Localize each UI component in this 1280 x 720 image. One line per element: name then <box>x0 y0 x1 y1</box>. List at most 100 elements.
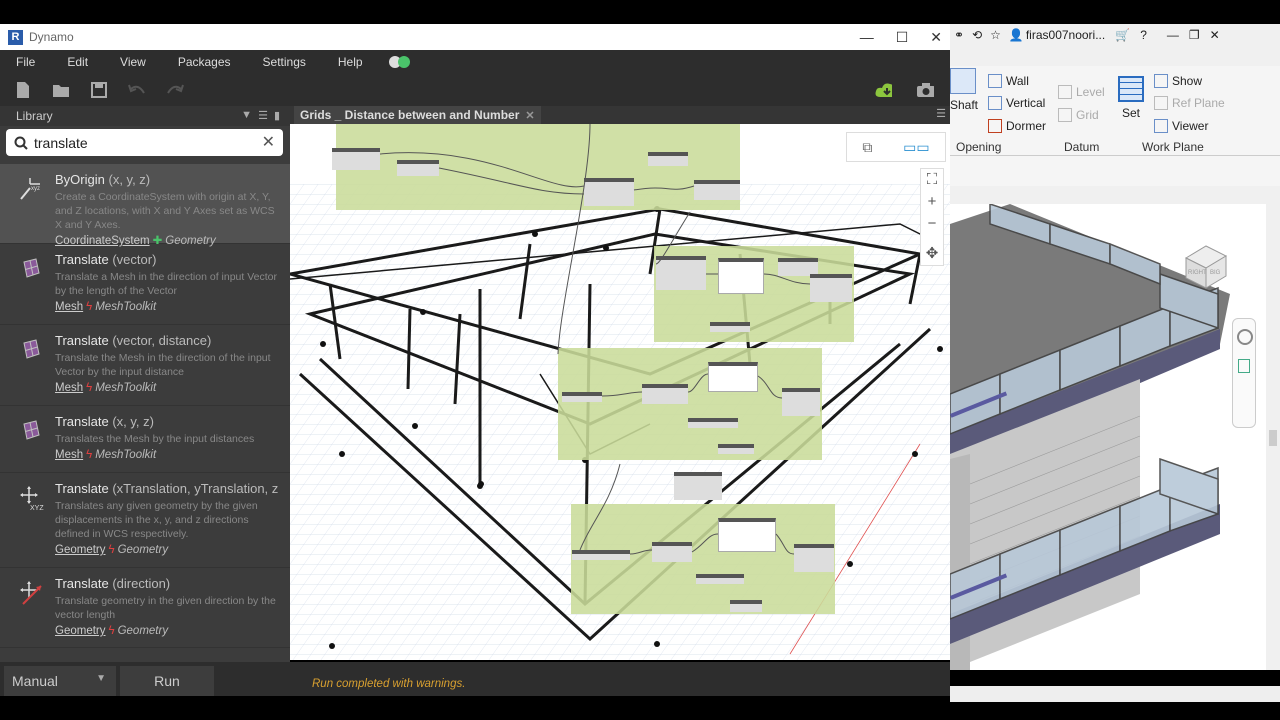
cart-icon[interactable]: 🛒 <box>1115 28 1130 42</box>
vertical-scrollbar[interactable] <box>1266 204 1280 670</box>
help-icon[interactable]: ? <box>1140 28 1147 42</box>
workspace-tab[interactable]: Grids _ Distance between and Number ✕ <box>294 106 541 124</box>
maximize-button[interactable]: ☐ <box>896 29 909 46</box>
graph-node[interactable] <box>730 600 762 612</box>
show-label: Show <box>1172 74 1203 88</box>
zoom-region-icon[interactable] <box>1238 359 1250 373</box>
binoculars-icon[interactable]: ⚭ <box>954 28 964 42</box>
menu-file[interactable]: File <box>0 55 51 69</box>
result-category-link[interactable]: Mesh <box>55 301 83 313</box>
graph-node[interactable] <box>652 542 692 562</box>
result-category-link[interactable]: Geometry <box>55 544 106 556</box>
fit-view-icon[interactable]: ⛶ <box>927 169 938 191</box>
exchange-icon[interactable]: ⟲ <box>972 28 982 42</box>
result-category-link[interactable]: Mesh <box>55 449 83 461</box>
level-button[interactable]: Level <box>1058 85 1105 99</box>
graph-node[interactable] <box>397 160 439 176</box>
graph-node[interactable] <box>696 574 744 584</box>
pan-icon[interactable]: ✥ <box>926 243 939 265</box>
tab-menu-icon[interactable]: ☰ <box>936 107 946 120</box>
result-translate-vector-distance[interactable]: Translate (vector, distance) Translate t… <box>0 325 290 406</box>
star-icon[interactable]: ☆ <box>990 28 1001 42</box>
view-toggle[interactable]: ⧉ ▭▭ <box>846 132 946 162</box>
show-workplane-button[interactable]: Show <box>1154 74 1202 88</box>
result-translate-xyz[interactable]: Translate (x, y, z) Translates the Mesh … <box>0 406 290 473</box>
vertical-opening-button[interactable]: Vertical <box>988 96 1045 110</box>
menu-packages[interactable]: Packages <box>162 55 247 69</box>
viewer-button[interactable]: Viewer <box>1154 119 1208 133</box>
menu-help[interactable]: Help <box>322 55 379 69</box>
graph-node[interactable] <box>562 392 602 402</box>
result-library: MeshToolkit <box>95 449 157 461</box>
run-mode-dropdown[interactable]: Manual ▼ <box>4 666 116 696</box>
set-workplane-button[interactable]: Set <box>1118 76 1144 120</box>
graph-node[interactable] <box>718 258 764 294</box>
steering-wheel-icon[interactable] <box>1237 329 1253 345</box>
restore-button[interactable]: ❐ <box>1189 28 1200 42</box>
username[interactable]: firas007noori... <box>1026 28 1105 42</box>
notification-status-icon[interactable] <box>388 56 410 68</box>
graph-node[interactable] <box>688 418 738 428</box>
result-translate-vector[interactable]: Translate (vector) Translate a Mesh in t… <box>0 244 290 325</box>
menu-settings[interactable]: Settings <box>247 55 322 69</box>
library-search-box[interactable]: translate ✕ <box>6 129 283 156</box>
result-title: Translate <box>55 414 109 429</box>
menu-edit[interactable]: Edit <box>51 55 104 69</box>
dormer-icon <box>988 119 1002 133</box>
open-file-icon[interactable] <box>52 81 70 99</box>
collapse-icon[interactable]: ▮ <box>274 109 280 122</box>
graph-node[interactable] <box>674 472 722 500</box>
graph-node[interactable] <box>642 384 688 404</box>
filter-icon[interactable]: ▼ <box>241 109 252 122</box>
ref-plane-button[interactable]: Ref Plane <box>1154 96 1225 110</box>
close-button[interactable]: ✕ <box>930 29 942 46</box>
viewcube[interactable]: RIGHT BIG <box>1178 240 1230 292</box>
graph-node[interactable] <box>794 544 834 572</box>
graph-node[interactable] <box>782 388 820 416</box>
result-translate-direction[interactable]: Translate (direction) Translate geometry… <box>0 568 290 648</box>
close-tab-icon[interactable]: ✕ <box>525 109 534 122</box>
graph-node[interactable] <box>648 152 688 166</box>
graph-node[interactable] <box>708 362 758 392</box>
graph-node[interactable] <box>694 180 740 200</box>
graph-node[interactable] <box>584 178 634 206</box>
result-translate-xtranslation[interactable]: XYZ Translate (xTranslation, yTranslatio… <box>0 473 290 568</box>
camera-icon[interactable] <box>916 81 934 99</box>
minimize-button[interactable]: — <box>860 29 874 45</box>
graph-node[interactable] <box>332 148 380 170</box>
undo-icon[interactable] <box>128 81 146 99</box>
zoom-in-icon[interactable]: + <box>928 191 937 213</box>
list-view-icon[interactable]: ☰ <box>258 109 268 122</box>
shaft-button[interactable]: Shaft <box>950 68 978 112</box>
zoom-out-icon[interactable]: − <box>928 213 937 235</box>
graph-node[interactable] <box>656 256 706 290</box>
graph-node[interactable] <box>718 444 754 454</box>
graph-node[interactable] <box>718 518 776 552</box>
menu-view[interactable]: View <box>104 55 162 69</box>
graph-node[interactable] <box>810 274 852 302</box>
save-icon[interactable] <box>90 81 108 99</box>
grid-button[interactable]: Grid <box>1058 108 1099 122</box>
graph-canvas[interactable]: ⧉ ▭▭ ⛶ + − ✥ <box>290 124 950 660</box>
close-button[interactable]: ✕ <box>1210 28 1220 42</box>
result-category-link[interactable]: Mesh <box>55 382 83 394</box>
clear-search-icon[interactable]: ✕ <box>262 132 275 152</box>
run-button[interactable]: Run <box>120 666 214 696</box>
new-file-icon[interactable] <box>14 81 32 99</box>
wall-opening-button[interactable]: Wall <box>988 74 1029 88</box>
cloud-download-icon[interactable] <box>874 81 892 99</box>
revit-3d-view[interactable]: RIGHT BIG <box>950 204 1280 670</box>
graph-node[interactable] <box>572 550 630 560</box>
graph-view-icon[interactable]: ▭▭ <box>903 139 929 156</box>
result-category-link[interactable]: Geometry <box>55 625 106 637</box>
result-byorigin[interactable]: xyz ByOrigin (x, y, z) Create a Coordina… <box>0 164 290 247</box>
redo-icon[interactable] <box>166 81 184 99</box>
graph-node[interactable] <box>710 322 750 332</box>
svg-text:XYZ: XYZ <box>30 505 44 511</box>
translate-move-icon: XYZ <box>20 486 44 511</box>
user-icon[interactable]: 👤 <box>1009 28 1024 42</box>
dormer-button[interactable]: Dormer <box>988 119 1046 133</box>
search-input[interactable]: translate <box>34 135 88 151</box>
minimize-button[interactable]: — <box>1167 28 1179 42</box>
3d-preview-icon[interactable]: ⧉ <box>862 139 872 156</box>
